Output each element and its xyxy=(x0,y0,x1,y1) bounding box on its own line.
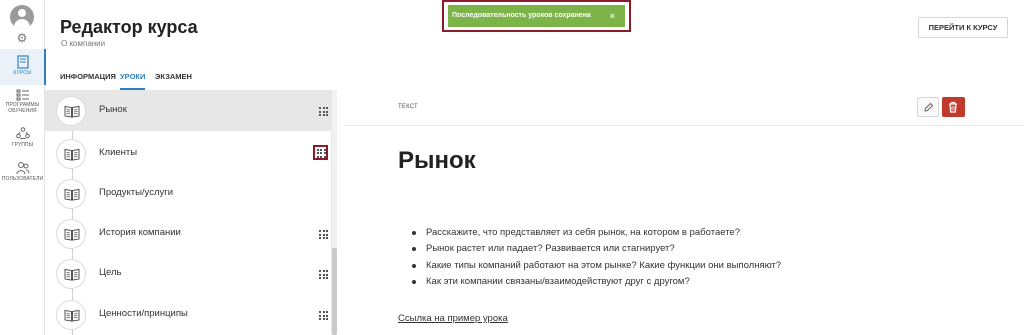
sidebar-item-label: Курсы xyxy=(13,70,32,76)
sidebar-item-courses[interactable]: Курсы xyxy=(0,49,46,85)
page-title: Редактор курса xyxy=(60,17,198,37)
delete-button[interactable] xyxy=(942,97,965,117)
example-lesson-link[interactable]: Ссылка на пример урока xyxy=(398,313,508,324)
success-toast: Последовательность уроков сохранена × xyxy=(448,5,625,27)
block-type-label: ТЕКСТ xyxy=(398,104,418,110)
scrollbar-thumb[interactable] xyxy=(332,248,337,335)
drag-handle-icon[interactable] xyxy=(317,228,329,240)
programs-icon xyxy=(16,89,29,101)
lesson-name: Рынок xyxy=(99,104,127,115)
lesson-text-icon xyxy=(56,96,86,126)
lesson-content-header: ТЕКСТ xyxy=(345,91,1024,126)
avatar-head xyxy=(18,9,26,17)
pencil-icon xyxy=(924,102,934,112)
settings-gear-icon[interactable]: ⚙ xyxy=(15,31,29,45)
avatar[interactable] xyxy=(10,5,34,29)
list-item[interactable]: История компании xyxy=(45,214,337,254)
left-rail: ⚙ Курсы Программы обучения xyxy=(0,0,46,335)
avatar-body xyxy=(14,19,30,29)
toast-message: Последовательность уроков сохранена xyxy=(452,12,591,19)
toast-close-icon[interactable]: × xyxy=(610,5,615,27)
go-to-course-button[interactable]: ПЕРЕЙТИ К КУРСУ xyxy=(918,17,1008,38)
lesson-name: Клиенты xyxy=(99,147,138,158)
lesson-title: Рынок xyxy=(398,147,476,174)
tab-information[interactable]: ИНФОРМАЦИЯ xyxy=(60,70,116,90)
drag-handle-icon[interactable] xyxy=(317,309,329,321)
tab-lessons[interactable]: УРОКИ xyxy=(120,70,146,90)
users-icon xyxy=(16,162,29,175)
list-item[interactable]: Цель xyxy=(45,254,337,294)
list-top-shadow xyxy=(45,91,337,95)
list-item: Какие типы компаний работают на этом рын… xyxy=(398,260,958,276)
lesson-name: Цель xyxy=(99,267,122,278)
sidebar-item-groups[interactable]: Группы xyxy=(0,127,45,153)
sidebar-item-label: Пользователи xyxy=(1,176,44,182)
list-item[interactable]: Ценности/принципы xyxy=(45,295,337,335)
drag-handle-icon[interactable] xyxy=(317,105,329,117)
list-item: Расскажите, что представляет из себя рын… xyxy=(398,227,958,243)
lessons-scrollbar[interactable] xyxy=(331,90,337,335)
book-icon xyxy=(16,55,29,69)
drag-handle-icon[interactable] xyxy=(313,145,328,160)
tab-exam[interactable]: ЭКЗАМЕН xyxy=(155,70,192,90)
lesson-bullet-list: Расскажите, что представляет из себя рын… xyxy=(398,227,958,292)
list-item: Рынок растет или падает? Развивается или… xyxy=(398,243,958,259)
lesson-text-icon xyxy=(56,259,86,289)
lesson-name: История компании xyxy=(99,227,181,238)
list-item[interactable]: Продукты/услуги xyxy=(45,174,337,214)
toast-highlight-frame: Последовательность уроков сохранена × xyxy=(442,0,631,32)
sidebar-item-label: Группы xyxy=(11,142,34,148)
trash-icon xyxy=(949,101,957,113)
list-item[interactable]: Рынок xyxy=(45,91,337,131)
groups-icon xyxy=(15,127,30,139)
drag-handle-icon[interactable] xyxy=(317,268,329,280)
course-subtitle: О компании xyxy=(61,39,106,48)
sidebar-item-label: Программы обучения xyxy=(5,102,40,114)
lesson-text-icon xyxy=(56,300,86,330)
lesson-name: Продукты/услуги xyxy=(99,187,174,198)
lesson-text-icon xyxy=(56,179,86,209)
list-item: Как эти компании связаны/взаимодействуют… xyxy=(398,276,958,292)
lesson-name: Ценности/принципы xyxy=(99,308,188,319)
lessons-list: Рынок Клиенты Продукты/услуги История ко… xyxy=(45,90,337,335)
list-item[interactable]: Клиенты xyxy=(45,134,337,174)
course-editor-app: ⚙ Курсы Программы обучения xyxy=(0,0,1024,335)
lesson-text-icon xyxy=(56,139,86,169)
lesson-text-icon xyxy=(56,219,86,249)
sidebar-item-users[interactable]: Пользователи xyxy=(0,161,45,187)
sidebar-item-programs[interactable]: Программы обучения xyxy=(0,89,45,119)
edit-button[interactable] xyxy=(917,97,939,117)
